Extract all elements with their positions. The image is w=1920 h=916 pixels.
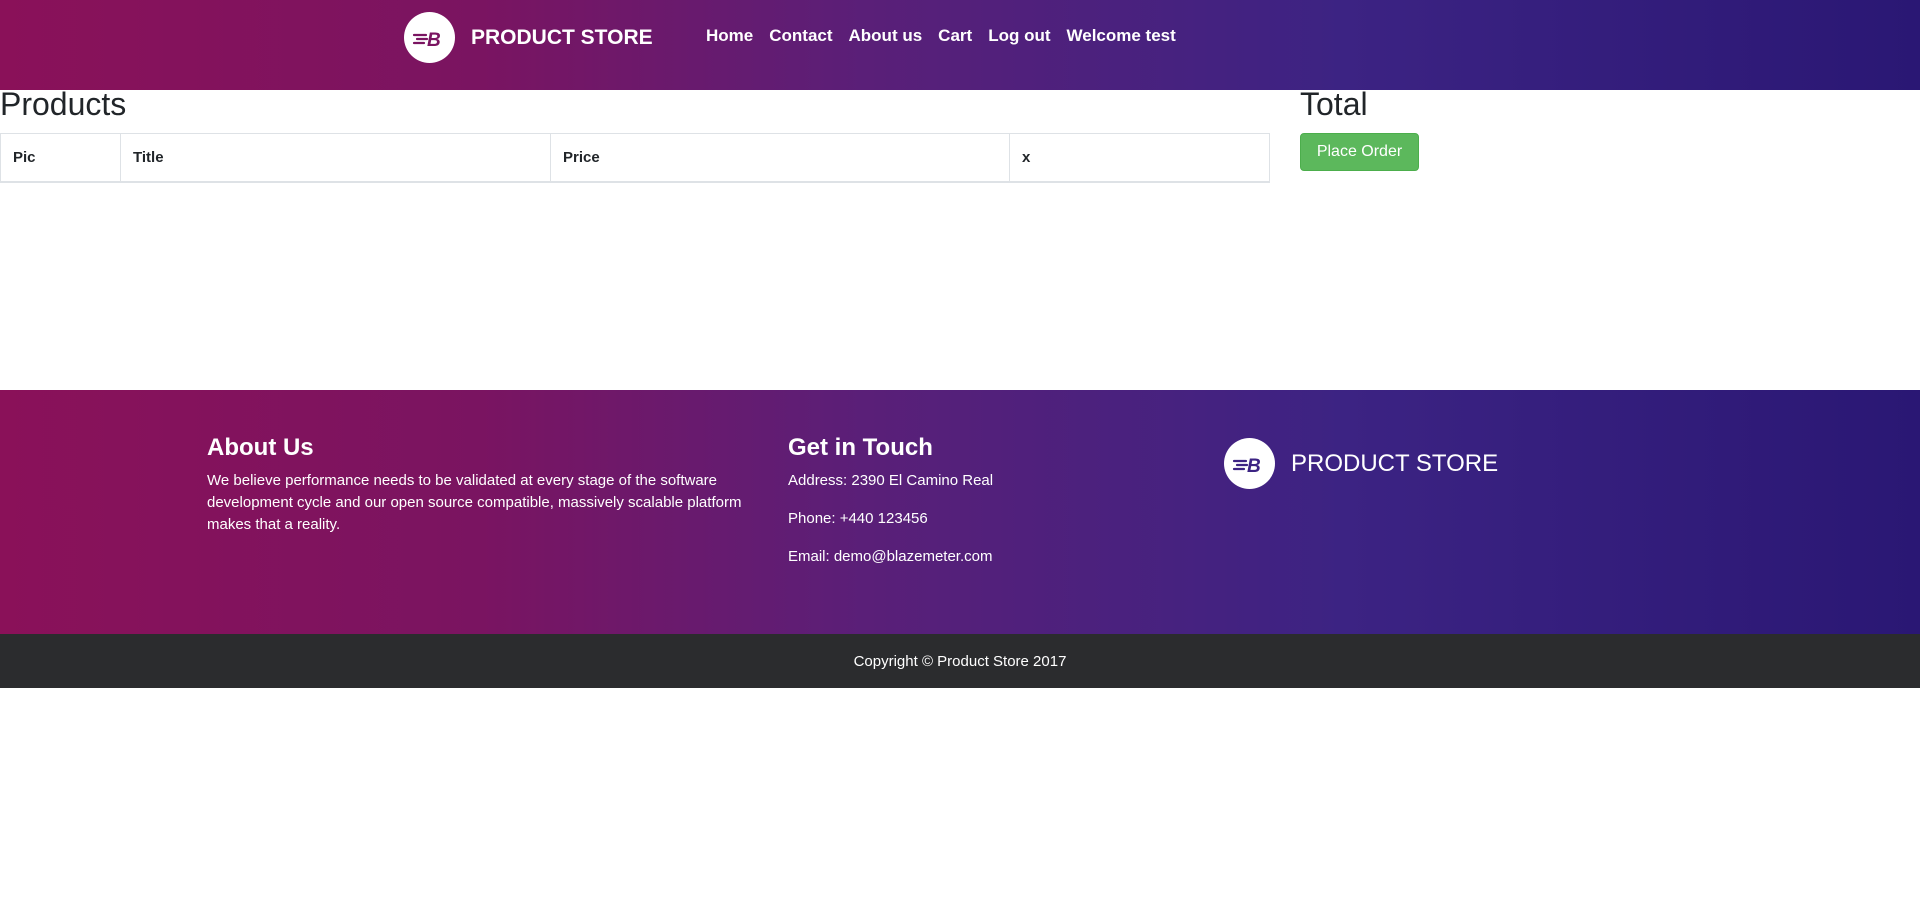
svg-text:B: B bbox=[427, 30, 441, 50]
contact-address: Address: 2390 El Camino Real bbox=[788, 472, 994, 489]
about-us-text: We believe performance needs to be valid… bbox=[207, 472, 742, 533]
total-heading: Total bbox=[1300, 86, 1368, 122]
brand-name: PRODUCT STORE bbox=[471, 25, 653, 49]
about-us-heading: About Us bbox=[207, 434, 314, 461]
column-pic: Pic bbox=[0, 133, 121, 183]
top-navbar: B PRODUCT STORE Home Contact About us Ca… bbox=[0, 0, 1920, 90]
get-in-touch-heading: Get in Touch bbox=[788, 434, 933, 461]
copyright-bar: Copyright © Product Store 2017 bbox=[0, 634, 1920, 688]
nav-about-us[interactable]: About us bbox=[849, 26, 923, 46]
column-price: Price bbox=[550, 133, 1010, 183]
nav-contact[interactable]: Contact bbox=[769, 26, 832, 46]
footer-blazemeter-b-logo-icon: B bbox=[1224, 438, 1275, 489]
column-delete: x bbox=[1009, 133, 1270, 183]
footer: About Us We believe performance needs to… bbox=[0, 390, 1920, 634]
nav-home[interactable]: Home bbox=[706, 26, 753, 46]
svg-text:B: B bbox=[1247, 456, 1261, 476]
nav-cart[interactable]: Cart bbox=[938, 26, 972, 46]
brand-link[interactable]: B PRODUCT STORE bbox=[404, 12, 653, 63]
table-header-row: Pic Title Price x bbox=[0, 133, 1270, 183]
column-title: Title bbox=[120, 133, 551, 183]
cart-products-table: Pic Title Price x bbox=[0, 133, 1270, 183]
contact-email: Email: demo@blazemeter.com bbox=[788, 548, 993, 565]
footer-contact: Get in Touch Address: 2390 El Camino Rea… bbox=[788, 434, 993, 584]
copyright-text: Copyright © Product Store 2017 bbox=[853, 652, 1067, 670]
blazemeter-b-logo-icon: B bbox=[404, 12, 455, 63]
place-order-button[interactable]: Place Order bbox=[1300, 133, 1419, 171]
products-heading: Products bbox=[0, 86, 127, 122]
footer-brand: B PRODUCT STORE bbox=[1224, 438, 1498, 489]
footer-about: About Us We believe performance needs to… bbox=[207, 434, 747, 536]
contact-phone: Phone: +440 123456 bbox=[788, 510, 928, 527]
footer-brand-name: PRODUCT STORE bbox=[1291, 449, 1499, 477]
nav-log-out[interactable]: Log out bbox=[988, 26, 1050, 46]
nav-welcome-user[interactable]: Welcome test bbox=[1067, 26, 1176, 46]
main-nav: Home Contact About us Cart Log out Welco… bbox=[706, 26, 1192, 46]
